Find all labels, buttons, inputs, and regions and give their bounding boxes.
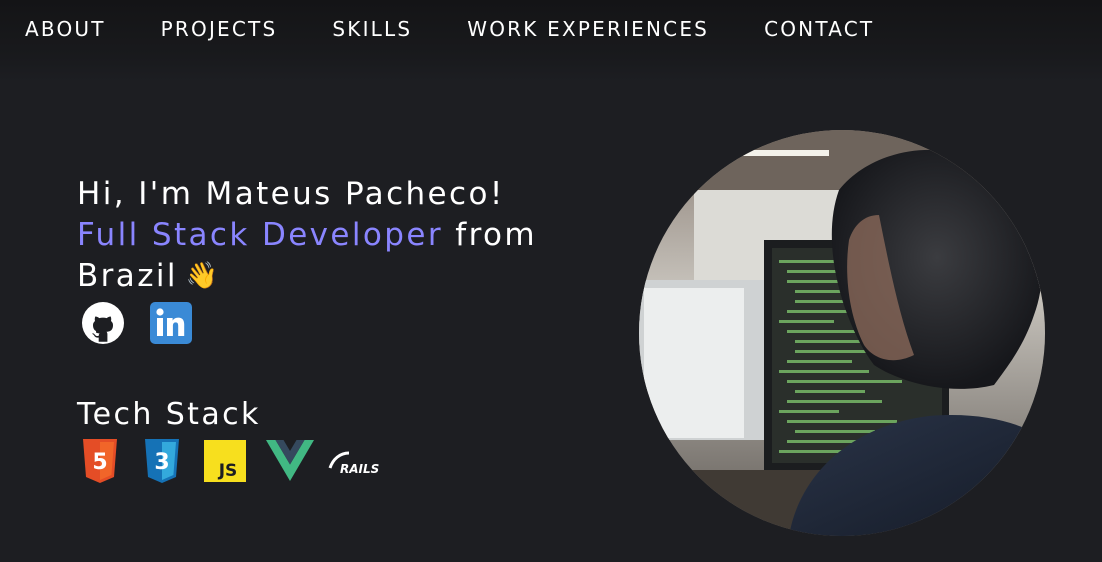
vue-icon: [266, 440, 314, 481]
hero-role: Full Stack Developer: [77, 217, 443, 253]
nav-link-projects[interactable]: PROJECTS: [161, 15, 278, 43]
tech-item-css3: 3: [142, 438, 204, 484]
css3-icon: 3: [145, 439, 179, 483]
top-navbar: ABOUT PROJECTS SKILLS WORK EXPERIENCES C…: [0, 0, 1102, 82]
tech-item-rails: RAILS: [328, 438, 390, 484]
html5-icon: 5: [83, 439, 117, 483]
tech-stack-icons: 5 3 JS RAILS: [80, 438, 390, 484]
rails-icon: RAILS: [328, 451, 379, 476]
nav-link-contact[interactable]: CONTACT: [764, 15, 874, 43]
nav-link-work-experiences[interactable]: WORK EXPERIENCES: [467, 15, 709, 43]
hero-country: Brazil: [77, 258, 178, 294]
hero-greeting: Hi, I'm Mateus Pacheco!: [77, 176, 505, 212]
svg-text:RAILS: RAILS: [340, 462, 379, 476]
tech-item-html5: 5: [80, 438, 142, 484]
photo-illustration: [639, 130, 1045, 536]
hero-country-line: Brazil 👋: [77, 256, 597, 297]
tech-item-vue: [266, 438, 328, 484]
social-links: [80, 301, 194, 345]
javascript-icon: JS: [204, 440, 246, 482]
hero-intro: Hi, I'm Mateus Pacheco! Full Stack Devel…: [77, 174, 597, 297]
tech-item-javascript: JS: [204, 438, 266, 484]
github-link[interactable]: [80, 301, 126, 345]
github-icon: [82, 302, 124, 344]
svg-text:JS: JS: [218, 461, 238, 481]
hero-from: from: [455, 217, 537, 253]
svg-text:3: 3: [154, 450, 169, 475]
tech-stack-title: Tech Stack: [77, 397, 261, 432]
main-nav: ABOUT PROJECTS SKILLS WORK EXPERIENCES C…: [25, 15, 929, 43]
developer-at-computer-photo: [639, 130, 1045, 536]
linkedin-icon: [150, 302, 192, 344]
linkedin-link[interactable]: [148, 301, 194, 345]
svg-text:5: 5: [92, 450, 107, 475]
nav-link-about[interactable]: ABOUT: [25, 15, 106, 43]
nav-link-skills[interactable]: SKILLS: [332, 15, 412, 43]
waving-hand-icon: 👋: [185, 261, 221, 291]
hero-role-line: Full Stack Developer from: [77, 215, 597, 256]
